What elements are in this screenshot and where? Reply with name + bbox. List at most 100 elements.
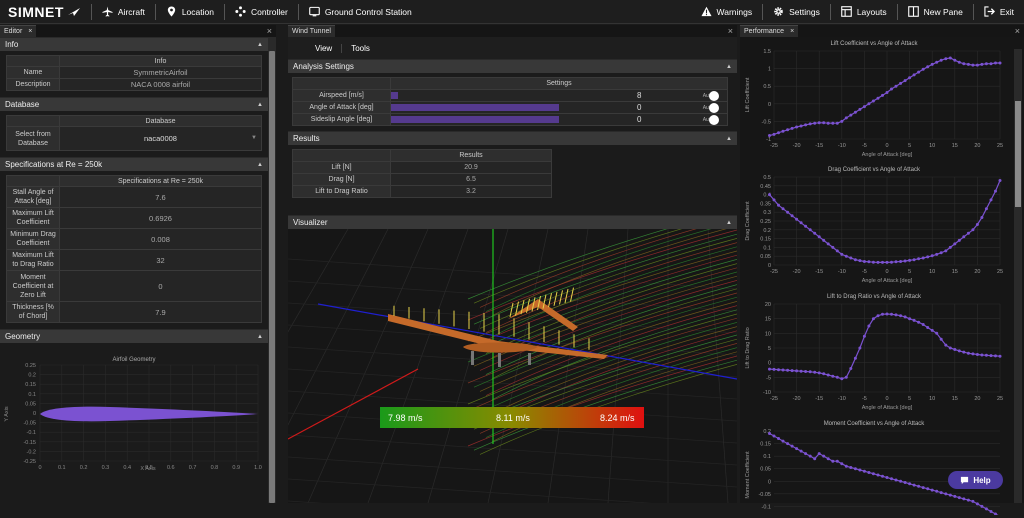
data-point (980, 354, 983, 357)
collapse-caret-icon[interactable]: ▲ (726, 64, 732, 70)
data-point (822, 372, 825, 375)
close-icon[interactable]: × (790, 26, 794, 38)
angle-of-attack-slider[interactable]: 0 Auto (391, 102, 728, 114)
nav-warnings[interactable]: Warnings (691, 4, 763, 20)
database-table: Database Select from Database naca0008 ▼ (6, 115, 262, 151)
y-tick-label: 0.3 (763, 210, 771, 216)
slider-fill (391, 92, 398, 99)
close-icon[interactable]: × (28, 26, 32, 38)
data-point (890, 313, 893, 316)
section-results-header[interactable]: Results ▲ (288, 131, 737, 145)
table-row: Thickness [% of Chord]7.9 (7, 302, 262, 323)
airspeed-slider[interactable]: 8 Auto (391, 90, 728, 102)
grid-line (708, 229, 728, 503)
performance-charts-svg: Lift Coefficient vs Angle of Attack1.510… (740, 37, 1008, 515)
help-button[interactable]: Help (948, 471, 1003, 489)
x-tick-label: 1.0 (254, 465, 262, 471)
top-nav-bar: SIMNET Aircraft Location Controller Grou… (0, 0, 1024, 24)
nav-aircraft[interactable]: Aircraft (91, 4, 155, 20)
monitor-icon (309, 6, 320, 17)
perf-chart: Lift to Drag Ratio vs Angle of Attack201… (745, 294, 1003, 411)
y-tick-label: 0.5 (763, 175, 771, 181)
collapse-caret-icon[interactable]: ▲ (726, 136, 732, 142)
visualizer-canvas[interactable]: 7.98 m/s 8.11 m/s 8.24 m/s (288, 229, 737, 503)
nav-settings-label: Settings (789, 7, 820, 17)
nav-location[interactable]: Location (155, 4, 224, 20)
nav-ground-control-station[interactable]: Ground Control Station (298, 4, 422, 20)
nav-exit[interactable]: Exit (973, 4, 1024, 20)
collapse-caret-icon[interactable]: ▲ (257, 102, 263, 108)
section-title: Database (5, 100, 39, 109)
spec-value: 32 (60, 250, 262, 271)
menu-view[interactable]: View (306, 44, 341, 53)
visualizer[interactable]: Visualizer ▲ 7.98 (288, 229, 737, 503)
description-field[interactable]: NACA 0008 airfoil (60, 79, 262, 91)
data-point (999, 179, 1002, 182)
blank-cell (7, 116, 60, 127)
y-tick-label: 10 (765, 331, 771, 337)
scrollbar-thumb[interactable] (269, 51, 275, 503)
data-point (813, 371, 816, 374)
pane-close-icon[interactable]: × (728, 26, 737, 36)
section-specs-header[interactable]: Specifications at Re = 250k ▲ (0, 157, 268, 171)
data-point (827, 457, 830, 460)
database-select[interactable]: naca0008 ▼ (60, 127, 262, 151)
row-key: Sideslip Angle [deg] (293, 114, 391, 126)
data-point (971, 500, 974, 503)
sideslip-angle-slider[interactable]: 0 Auto (391, 114, 728, 126)
app-logo[interactable]: SIMNET (0, 4, 91, 20)
nav-new-pane[interactable]: New Pane (897, 4, 973, 20)
tab-editor[interactable]: Editor × (0, 25, 36, 37)
section-analysis-header[interactable]: Analysis Settings ▲ (288, 59, 737, 73)
data-point (899, 82, 902, 85)
data-point (854, 111, 857, 114)
nav-gcs-label: Ground Control Station (325, 7, 412, 17)
menu-tools[interactable]: Tools (341, 44, 379, 53)
data-point (962, 497, 965, 500)
tab-performance[interactable]: Performance × (740, 25, 798, 37)
collapse-caret-icon[interactable]: ▲ (726, 220, 732, 226)
auto-toggle[interactable] (709, 103, 719, 113)
nav-settings[interactable]: Settings (762, 4, 830, 20)
pane-close-icon[interactable]: × (1015, 26, 1024, 36)
editor-scrollbar[interactable] (268, 37, 276, 503)
data-point (999, 355, 1002, 358)
y-tick-label: 15 (765, 317, 771, 323)
collapse-caret-icon[interactable]: ▲ (257, 162, 263, 168)
data-point (791, 127, 794, 130)
collapse-caret-icon[interactable]: ▲ (257, 42, 263, 48)
section-database-header[interactable]: Database ▲ (0, 97, 268, 111)
auto-toggle[interactable] (709, 91, 719, 101)
data-point (899, 480, 902, 483)
data-point (872, 100, 875, 103)
x-tick-label: 10 (929, 143, 935, 149)
data-point (944, 344, 947, 347)
nav-controller[interactable]: Controller (224, 4, 298, 20)
x-tick-label: 25 (997, 143, 1003, 149)
collapse-caret-icon[interactable]: ▲ (257, 334, 263, 340)
scrollbar-thumb[interactable] (1015, 101, 1021, 207)
name-field[interactable]: SymmetricAirfoil (60, 67, 262, 79)
nav-layouts[interactable]: Layouts (830, 4, 897, 20)
data-point (949, 57, 952, 60)
data-point (962, 351, 965, 354)
pane-close-icon[interactable]: × (267, 26, 276, 36)
auto-toggle[interactable] (709, 115, 719, 125)
y-tick-label: 0.05 (25, 401, 36, 407)
data-point (953, 348, 956, 351)
y-axis-label: Y Axis (4, 406, 10, 421)
result-value: 3.2 (391, 186, 552, 198)
data-point (990, 198, 993, 201)
section-info-header[interactable]: Info ▲ (0, 37, 268, 51)
performance-scrollbar[interactable] (1014, 49, 1022, 503)
perf-tabstrip: Performance × × (740, 25, 1024, 37)
data-point (962, 235, 965, 238)
section-geometry-header[interactable]: Geometry ▲ (0, 329, 268, 343)
tab-wind-tunnel[interactable]: Wind Tunnel (288, 25, 335, 37)
nav-warnings-label: Warnings (717, 7, 753, 17)
data-point (786, 128, 789, 131)
data-point (831, 122, 834, 125)
lift-vector (549, 293, 552, 307)
data-point (786, 369, 789, 372)
section-visualizer-header[interactable]: Visualizer ▲ (288, 215, 737, 229)
